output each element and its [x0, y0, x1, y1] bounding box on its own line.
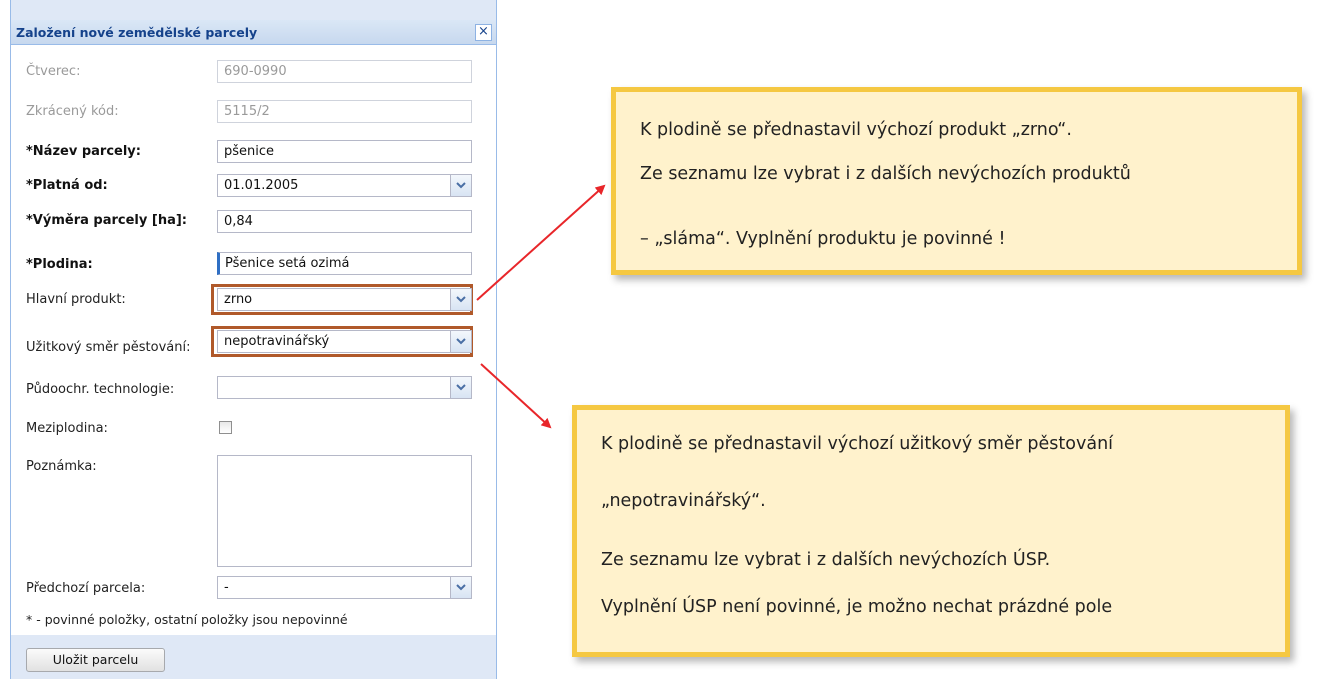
arrow-icon — [480, 363, 552, 429]
arrow-icon — [476, 184, 606, 301]
arrows-overlay — [476, 184, 606, 429]
